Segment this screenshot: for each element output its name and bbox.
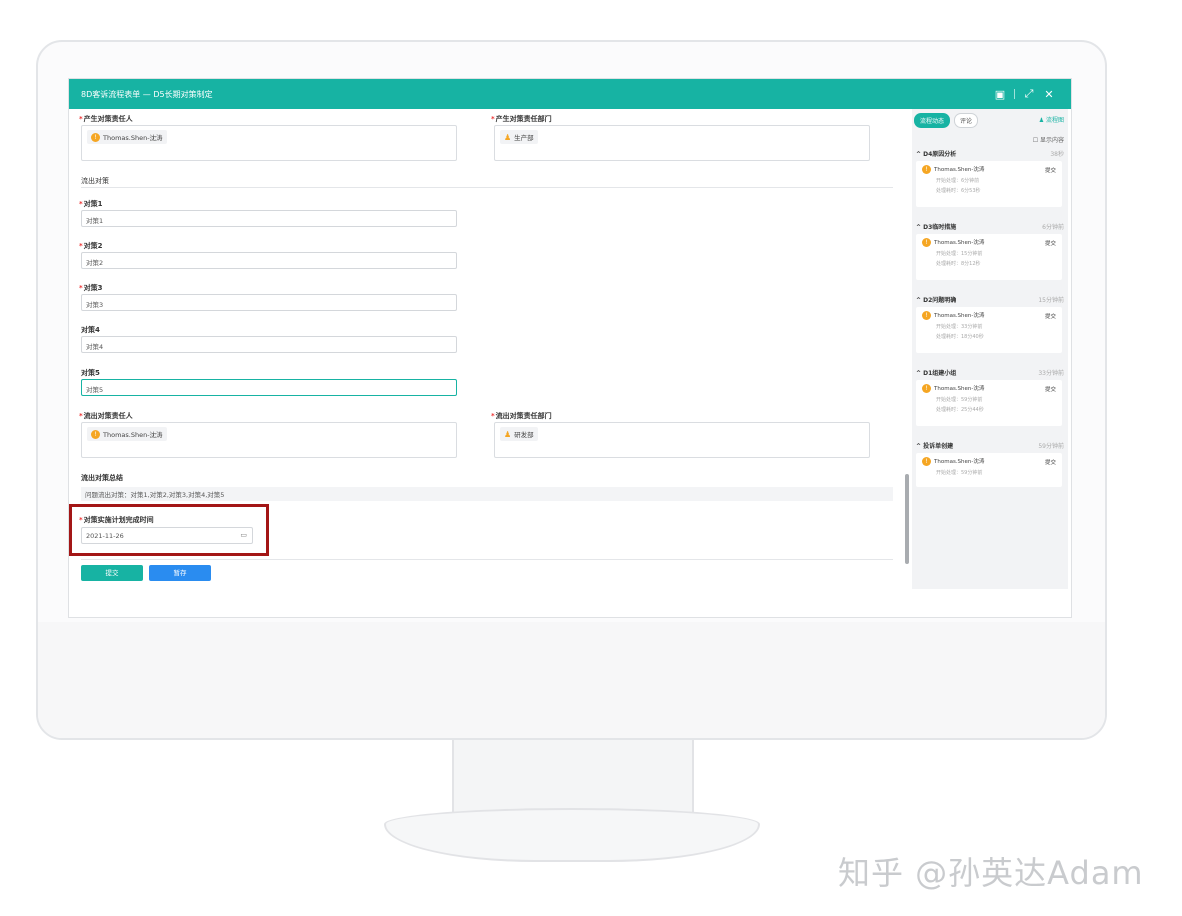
outflow-person-label: *流出对策责任人 — [79, 412, 133, 420]
step-header[interactable]: ^ 投诉单创建 59分钟前 — [916, 441, 1064, 450]
avatar-icon: ! — [922, 165, 931, 174]
responsible-dept-label: *产生对策责任部门 — [491, 115, 552, 123]
avatar-icon: ! — [922, 238, 931, 247]
calendar-icon[interactable]: ▭ — [240, 531, 247, 539]
measure-1-label: *对策1 — [79, 200, 103, 208]
app-window: 8D客诉流程表单 — D5长期对策制定 ▣ ⤢ ✕ *产生对策责任人 ! Thom… — [68, 78, 1072, 618]
monitor-chin — [38, 622, 1105, 738]
step-header[interactable]: ^ D2问题明确 15分钟前 — [916, 295, 1064, 304]
measure-3-input[interactable]: 对策3 — [81, 294, 457, 311]
window-title: 8D客诉流程表单 — D5长期对策制定 — [81, 89, 213, 99]
step-card: ! Thomas.Shen-沈涛 提交 开始处理：15分钟前 处理耗时：8分12秒 — [916, 234, 1062, 280]
monitor-stand-base — [384, 808, 760, 862]
avatar-icon: ! — [922, 311, 931, 320]
scrollbar-thumb[interactable] — [905, 474, 909, 564]
outflow-dept-field[interactable] — [494, 422, 870, 458]
step-header[interactable]: ^ D1组建小组 33分钟前 — [916, 368, 1064, 377]
plan-date-input[interactable]: 2021-11-26 ▭ — [81, 527, 253, 544]
measure-5-label: 对策5 — [81, 369, 100, 377]
step-card: ! Thomas.Shen-沈涛 提交 开始处理：6分钟前 处理耗时：6分53秒 — [916, 161, 1062, 207]
footer-divider — [81, 559, 893, 560]
outflow-dept-chip[interactable]: ♟ 研发部 — [500, 427, 538, 441]
summary-value: 问题流出对策：对策1,对策2,对策3,对策4,对策5 — [81, 487, 893, 501]
section-divider — [81, 187, 893, 188]
close-icon[interactable]: ✕ — [1039, 88, 1059, 101]
watermark: 知乎 @孙英达Adam — [838, 854, 1144, 892]
measure-1-input[interactable]: 对策1 — [81, 210, 457, 227]
avatar-icon: ! — [91, 429, 100, 439]
summary-label: 流出对策总结 — [81, 474, 123, 482]
step-header[interactable]: ^ D4原因分析 38秒 — [916, 149, 1064, 158]
section-title: 流出对策 — [81, 177, 109, 185]
measure-2-label: *对策2 — [79, 242, 103, 250]
responsible-person-chip[interactable]: ! Thomas.Shen-沈涛 — [87, 130, 167, 144]
window-titlebar: 8D客诉流程表单 — D5长期对策制定 ▣ ⤢ ✕ — [69, 79, 1071, 109]
process-panel: 流程动态 评论 ♟ 流程图 ☐ 显示内容 ^ D4原因分析 38秒 ! Thomas… — [912, 109, 1068, 589]
plan-date-label: *对策实施计划完成时间 — [79, 516, 154, 524]
avatar-icon: ! — [922, 384, 931, 393]
tab-comments[interactable]: 评论 — [954, 113, 979, 128]
step-card: ! Thomas.Shen-沈涛 提交 开始处理：59分钟前 — [916, 453, 1062, 487]
save-draft-button[interactable]: 暂存 — [149, 565, 211, 581]
form-area: *产生对策责任人 ! Thomas.Shen-沈涛 *产生对策责任部门 ♟ 生产部 … — [69, 109, 909, 617]
measure-4-label: 对策4 — [81, 326, 100, 334]
avatar-icon: ! — [91, 132, 100, 142]
department-icon: ♟ — [504, 429, 512, 439]
tab-process-dynamics[interactable]: 流程动态 — [914, 113, 951, 128]
layout-icon[interactable]: ▣ — [990, 88, 1010, 101]
responsible-person-label: *产生对策责任人 — [79, 115, 133, 123]
show-content-checkbox[interactable]: ☐ 显示内容 — [1033, 135, 1064, 144]
responsible-dept-chip[interactable]: ♟ 生产部 — [500, 130, 538, 144]
submit-button[interactable]: 提交 — [81, 565, 143, 581]
expand-icon[interactable]: ⤢ — [1019, 87, 1039, 101]
measure-4-input[interactable]: 对策4 — [81, 336, 457, 353]
responsible-dept-field[interactable] — [494, 125, 870, 161]
department-icon: ♟ — [504, 132, 512, 142]
measure-3-label: *对策3 — [79, 284, 103, 292]
titlebar-separator — [1014, 89, 1015, 99]
outflow-dept-label: *流出对策责任部门 — [491, 412, 552, 420]
avatar-icon: ! — [922, 457, 931, 466]
outflow-person-chip[interactable]: ! Thomas.Shen-沈涛 — [87, 427, 167, 441]
step-header[interactable]: ^ D3临时措施 6分钟前 — [916, 222, 1064, 231]
step-card: ! Thomas.Shen-沈涛 提交 开始处理：59分钟前 处理耗时：25分44秒 — [916, 380, 1062, 426]
step-card: ! Thomas.Shen-沈涛 提交 开始处理：33分钟前 处理耗时：18分40秒 — [916, 307, 1062, 353]
measure-2-input[interactable]: 对策2 — [81, 252, 457, 269]
measure-5-input[interactable]: 对策5 — [81, 379, 457, 396]
flowchart-link[interactable]: ♟ 流程图 — [1039, 115, 1064, 124]
plan-date-value: 2021-11-26 — [86, 532, 124, 540]
panel-tabs: 流程动态 评论 — [914, 113, 979, 128]
